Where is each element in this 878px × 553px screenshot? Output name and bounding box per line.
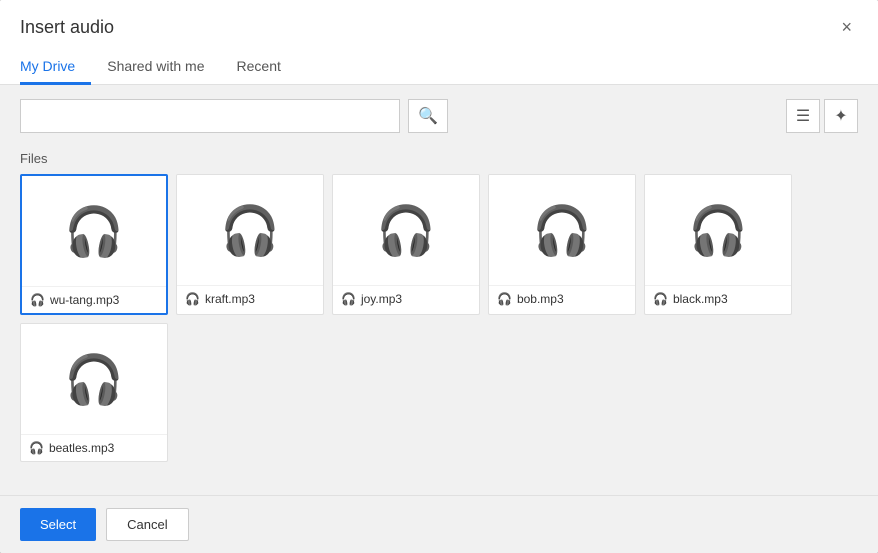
- file-label: 🎧 wu-tang.mp3: [22, 286, 166, 313]
- tab-shared-with-me[interactable]: Shared with me: [91, 50, 220, 85]
- file-thumbnail: 🎧: [177, 175, 323, 285]
- file-card[interactable]: 🎧 🎧 joy.mp3: [332, 174, 480, 315]
- file-thumbnail: 🎧: [645, 175, 791, 285]
- file-label: 🎧 beatles.mp3: [21, 434, 167, 461]
- audio-icon: 🎧: [497, 292, 512, 306]
- insert-audio-dialog: Insert audio × My Drive Shared with me R…: [0, 0, 878, 553]
- file-thumbnail: 🎧: [21, 324, 167, 434]
- search-icon: 🔍: [418, 106, 438, 126]
- headphones-icon: 🎧: [532, 202, 592, 259]
- file-label: 🎧 joy.mp3: [333, 285, 479, 312]
- headphones-icon: 🎧: [64, 203, 124, 260]
- file-label: 🎧 black.mp3: [645, 285, 791, 312]
- dialog-title: Insert audio: [20, 17, 114, 38]
- list-icon: ☰: [796, 106, 810, 126]
- file-name: black.mp3: [673, 292, 728, 306]
- tab-recent[interactable]: Recent: [221, 50, 297, 85]
- file-label: 🎧 kraft.mp3: [177, 285, 323, 312]
- audio-icon: 🎧: [653, 292, 668, 306]
- dialog-header: Insert audio × My Drive Shared with me R…: [0, 0, 878, 85]
- close-button[interactable]: ×: [835, 16, 858, 38]
- file-name: kraft.mp3: [205, 292, 255, 306]
- title-row: Insert audio ×: [20, 16, 858, 38]
- list-view-button[interactable]: ☰: [786, 99, 820, 133]
- files-grid: 🎧 🎧 wu-tang.mp3 🎧 🎧 kraft.mp3 🎧 🎧 joy.: [0, 174, 878, 474]
- file-card[interactable]: 🎧 🎧 kraft.mp3: [176, 174, 324, 315]
- audio-icon: 🎧: [341, 292, 356, 306]
- files-section-label: Files: [0, 147, 878, 174]
- audio-icon: 🎧: [185, 292, 200, 306]
- headphones-icon: 🎧: [64, 351, 124, 408]
- file-thumbnail: 🎧: [22, 176, 166, 286]
- file-thumbnail: 🎧: [333, 175, 479, 285]
- audio-icon: 🎧: [29, 441, 44, 455]
- file-name: joy.mp3: [361, 292, 402, 306]
- file-name: beatles.mp3: [49, 441, 114, 455]
- grid-view-button[interactable]: ✦: [824, 99, 858, 133]
- audio-icon: 🎧: [30, 293, 45, 307]
- tab-my-drive[interactable]: My Drive: [20, 50, 91, 85]
- select-button[interactable]: Select: [20, 508, 96, 541]
- headphones-icon: 🎧: [688, 202, 748, 259]
- search-row: 🔍 ☰ ✦: [0, 85, 878, 147]
- file-card[interactable]: 🎧 🎧 wu-tang.mp3: [20, 174, 168, 315]
- tabs-container: My Drive Shared with me Recent: [20, 50, 858, 84]
- file-card[interactable]: 🎧 🎧 beatles.mp3: [20, 323, 168, 462]
- grid-icon: ✦: [834, 106, 847, 126]
- search-input[interactable]: [20, 99, 400, 133]
- headphones-icon: 🎧: [220, 202, 280, 259]
- dialog-footer: Select Cancel: [0, 495, 878, 553]
- search-button[interactable]: 🔍: [408, 99, 448, 133]
- file-name: wu-tang.mp3: [50, 293, 119, 307]
- view-buttons: ☰ ✦: [786, 99, 858, 133]
- file-thumbnail: 🎧: [489, 175, 635, 285]
- headphones-icon: 🎧: [376, 202, 436, 259]
- file-card[interactable]: 🎧 🎧 bob.mp3: [488, 174, 636, 315]
- cancel-button[interactable]: Cancel: [106, 508, 188, 541]
- file-label: 🎧 bob.mp3: [489, 285, 635, 312]
- file-card[interactable]: 🎧 🎧 black.mp3: [644, 174, 792, 315]
- file-name: bob.mp3: [517, 292, 564, 306]
